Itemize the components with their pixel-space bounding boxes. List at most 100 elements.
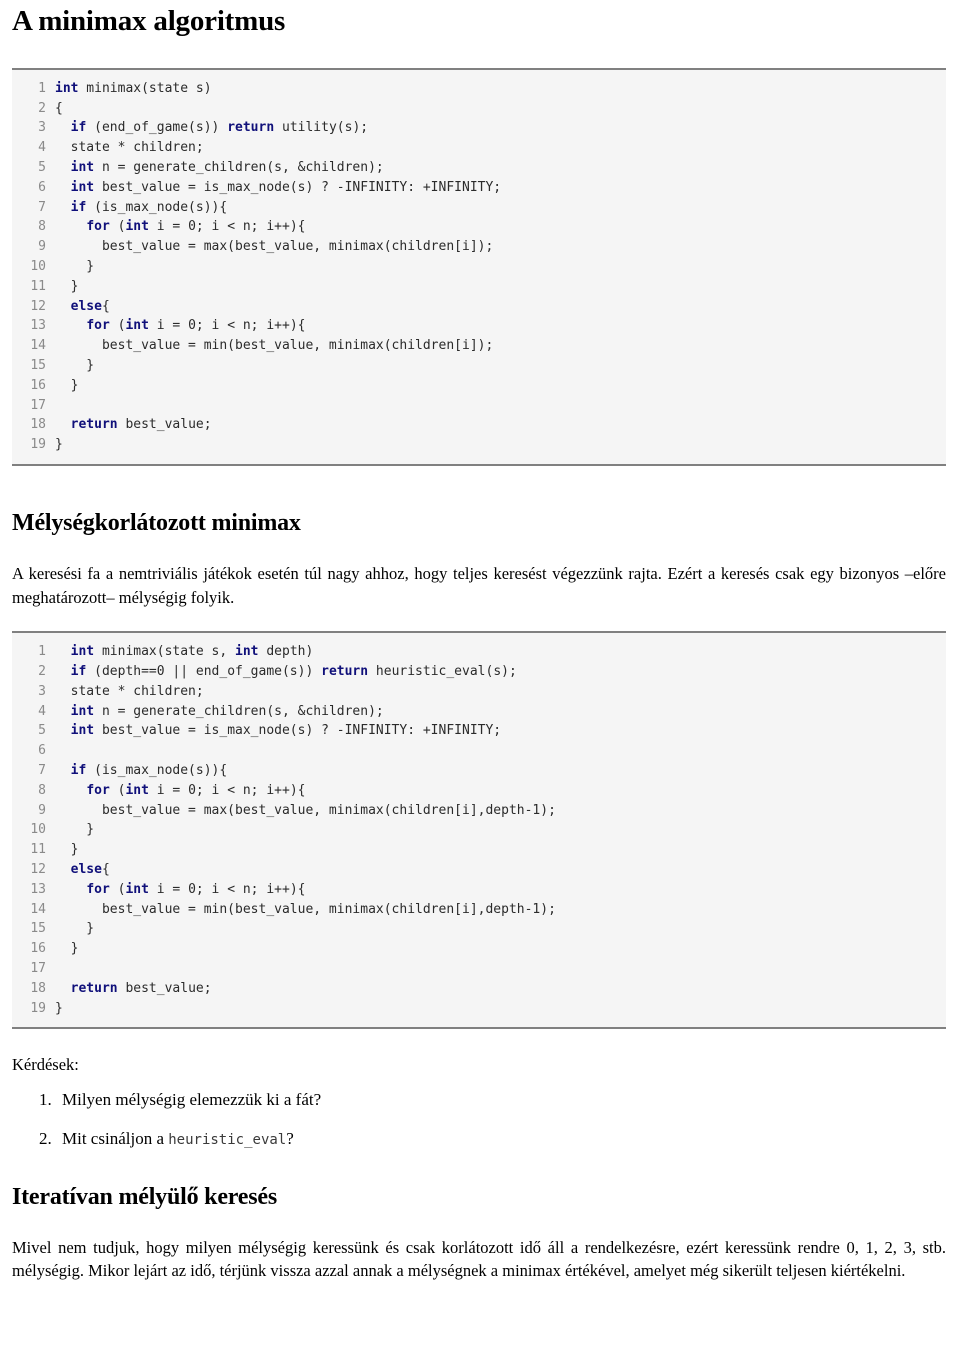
code-line: 19}: [12, 999, 946, 1019]
code-line-number: 12: [30, 298, 46, 314]
code-line-number: 16: [30, 941, 46, 957]
code-line: 7 if (is_max_node(s)){: [12, 761, 946, 781]
code-line-number: 15: [30, 921, 46, 937]
code-line: 18 return best_value;: [12, 979, 946, 999]
code-line-number: 13: [30, 881, 46, 897]
code-keyword: for: [86, 782, 110, 798]
code-keyword: return: [227, 120, 275, 136]
code-text: }: [55, 259, 95, 275]
code-keyword: else: [70, 298, 102, 314]
code-keyword: for: [86, 219, 110, 235]
paragraph-depth-limited: A keresési fa a nemtriviális játékok ese…: [12, 564, 946, 607]
code-line-number: 17: [30, 397, 46, 413]
code-keyword: if: [70, 199, 87, 215]
code-text: (: [109, 881, 126, 897]
question-item: Mit csináljon a heuristic_eval?: [56, 1128, 960, 1150]
code-line-number: 7: [38, 199, 46, 215]
code-line: 8 for (int i = 0; i < n; i++){: [12, 217, 946, 237]
code-line-number: 16: [30, 377, 46, 393]
code-text: best_value = is_max_node(s) ? -INFINITY:…: [94, 179, 502, 195]
code-keyword: if: [70, 763, 87, 779]
code-line: 8 for (int i = 0; i < n; i++){: [12, 781, 946, 801]
code-line-number: 9: [38, 239, 46, 255]
code-line-number: 19: [30, 1000, 46, 1016]
code-line: 11 }: [12, 840, 946, 860]
code-line-number: 19: [30, 437, 46, 453]
code-line-number: 8: [38, 782, 46, 798]
code-line: 6 int best_value = is_max_node(s) ? -INF…: [12, 178, 946, 198]
code-text: (: [109, 318, 126, 334]
section-title-depth-limited: Mélységkorlátozott minimax: [12, 510, 301, 537]
code-keyword: int: [70, 723, 95, 739]
code-line-number: 14: [30, 338, 46, 354]
code-line-number: 8: [38, 219, 46, 235]
code-block-depth-limited-minimax: 1 int minimax(state s, int depth) 2 if (d…: [12, 631, 946, 1030]
questions-label: Kérdések:: [12, 1055, 79, 1075]
code-line: 4 state * children;: [12, 138, 946, 158]
question-text-suffix: ?: [286, 1128, 294, 1148]
code-text: best_value = min(best_value, minimax(chi…: [55, 338, 494, 354]
code-text: (depth==0 || end_of_game(s)): [86, 664, 322, 680]
code-line: 3 state * children;: [12, 682, 946, 702]
code-line: 3 if (end_of_game(s)) return utility(s);: [12, 118, 946, 138]
code-keyword: int: [125, 881, 149, 897]
code-line-number: 4: [38, 140, 46, 156]
code-line: 16 }: [12, 939, 946, 959]
code-keyword: int: [125, 782, 149, 798]
section-title-iterative-deepening: Iteratívan mélyülő keresés: [12, 1183, 277, 1210]
code-text: i = 0; i < n; i++){: [148, 318, 306, 334]
inline-code: heuristic_eval: [168, 1131, 287, 1148]
code-text: best_value = max(best_value, minimax(chi…: [55, 239, 494, 255]
code-line-number: 7: [38, 763, 46, 779]
code-text: }: [55, 1000, 63, 1016]
code-line: 15 }: [12, 919, 946, 939]
code-keyword: int: [70, 644, 95, 660]
code-line-number: 2: [38, 100, 46, 116]
code-text: minimax(state s,: [94, 644, 236, 660]
code-line: 11 }: [12, 277, 946, 297]
code-line: 12 else{: [12, 860, 946, 880]
code-line: 4 int n = generate_children(s, &children…: [12, 702, 946, 722]
code-line-number: 3: [38, 683, 46, 699]
code-text: (is_max_node(s)){: [86, 763, 228, 779]
code-line-number: 1: [38, 80, 46, 96]
code-line: 6: [12, 741, 946, 761]
code-text: utility(s);: [274, 120, 369, 136]
code-text: {: [101, 862, 110, 878]
question-text: Milyen mélységig elemezzük ki a fát?: [62, 1090, 322, 1110]
code-line-number: 9: [38, 802, 46, 818]
code-line-number: 14: [30, 901, 46, 917]
code-line: 2{: [12, 99, 946, 119]
code-keyword: if: [70, 120, 87, 136]
code-text: i = 0; i < n; i++){: [148, 219, 306, 235]
code-text: best_value;: [117, 980, 212, 996]
code-line-number: 6: [38, 743, 46, 759]
code-text: (: [109, 782, 126, 798]
code-line: 15 }: [12, 356, 946, 376]
code-text: best_value;: [117, 417, 212, 433]
code-text: }: [55, 842, 79, 858]
code-line: 13 for (int i = 0; i < n; i++){: [12, 880, 946, 900]
code-keyword: else: [70, 862, 102, 878]
code-text: }: [55, 921, 95, 937]
code-text: heuristic_eval(s);: [368, 664, 517, 680]
code-keyword: if: [70, 664, 87, 680]
code-block-minimax: 1 int minimax(state s) 2{3 if (end_of_game…: [12, 67, 946, 467]
code-line: 9 best_value = max(best_value, minimax(c…: [12, 237, 946, 257]
code-text: best_value = min(best_value, minimax(chi…: [55, 901, 556, 917]
code-line: 9 best_value = max(best_value, minimax(c…: [12, 801, 946, 821]
code-line: 12 else{: [12, 297, 946, 317]
page-title: A minimax algoritmus: [12, 5, 286, 37]
code-line: 5 int n = generate_children(s, &children…: [12, 158, 946, 178]
